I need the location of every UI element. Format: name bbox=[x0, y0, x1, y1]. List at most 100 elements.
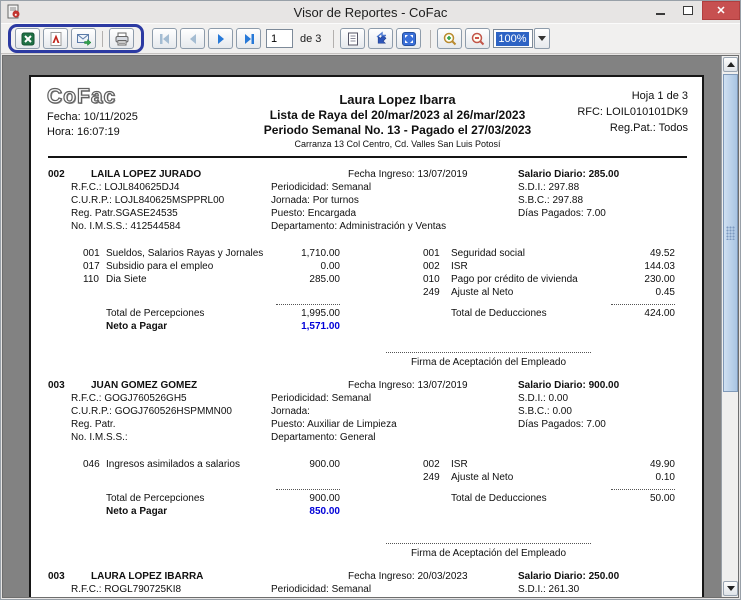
concept-code: 002 bbox=[423, 459, 440, 470]
concept-code: 249 bbox=[423, 472, 440, 483]
sheet-number: Hoja 1 de 3 bbox=[631, 90, 688, 102]
employee-salario-diario: Salario Diario: 285.00 bbox=[518, 169, 620, 180]
minimize-button[interactable] bbox=[646, 1, 674, 20]
last-page-button[interactable] bbox=[236, 28, 261, 49]
employee-dias-pagados: Días Pagados: 7.00 bbox=[518, 419, 606, 430]
export-pdf-button[interactable] bbox=[43, 28, 68, 49]
employee-info-row: No. I.M.S.S.: 412544584 Departamento: Ad… bbox=[31, 220, 702, 233]
zoom-in-button[interactable] bbox=[437, 28, 463, 49]
scrollbar-thumb[interactable] bbox=[723, 74, 738, 392]
dotted-divider bbox=[611, 484, 675, 490]
total-percepciones-value: 900.00 bbox=[309, 493, 340, 504]
concept-name: Pago por crédito de vivienda bbox=[451, 274, 578, 285]
print-button[interactable] bbox=[109, 28, 134, 49]
employee-info-row: C.U.R.P.: LOJL840625MSPPRL00 Jornada: Po… bbox=[31, 194, 702, 207]
percepcion-row: 110 Dia Siete 285.00 bbox=[83, 273, 340, 286]
report-time: Hora: 16:07:19 bbox=[47, 126, 120, 138]
employee-jornada: Jornada: Por turnos bbox=[271, 195, 359, 206]
company-name: Laura Lopez Ibarra bbox=[339, 92, 456, 107]
zoom-in-icon bbox=[443, 32, 457, 45]
window-title: Visor de Reportes - CoFac bbox=[293, 4, 448, 20]
zoom-level-value[interactable]: 100% bbox=[493, 29, 534, 48]
employee-reg-patr: Reg. Patr.SGASE24535 bbox=[71, 208, 178, 219]
employee-info-row: Reg. Patr.SGASE24535 Puesto: Encargada D… bbox=[31, 207, 702, 220]
concept-name: Ajuste al Neto bbox=[451, 472, 514, 483]
total-percepciones-row: Total de Percepciones 1,995.00 bbox=[83, 307, 340, 320]
deduccion-row: 002 ISR 144.03 bbox=[423, 260, 675, 273]
zoom-combo-dropdown-button[interactable] bbox=[534, 28, 551, 49]
deducciones-column: 002 ISR 49.90 249 Ajuste al Neto 0.10 bbox=[423, 458, 675, 484]
report-period: Periodo Semanal No. 13 - Pagado el 27/03… bbox=[263, 123, 532, 137]
concept-name: ISR bbox=[451, 459, 468, 470]
concept-value: 230.00 bbox=[644, 274, 675, 285]
employee-rfc: R.F.C.: GOGJ760526GH5 bbox=[71, 393, 187, 404]
next-page-button[interactable] bbox=[208, 28, 233, 49]
export-excel-icon bbox=[21, 32, 34, 45]
employee-block: 002 LAILA LOPEZ JURADO Fecha Ingreso: 13… bbox=[31, 168, 702, 369]
scrollbar-grip-icon bbox=[726, 226, 735, 240]
employee-sbc: S.B.C.: 297.88 bbox=[518, 195, 584, 206]
employee-curp: C.U.R.P.: GOGJ760526HSPMMN00 bbox=[71, 406, 232, 417]
concept-value: 900.00 bbox=[309, 459, 340, 470]
employee-info-row: C.U.R.P.: LOIL790725MSPPBR00 Jornada: Di… bbox=[31, 596, 702, 597]
report-date: Fecha: 10/11/2025 bbox=[47, 111, 138, 123]
total-deducciones-row: Total de Deducciones 424.00 bbox=[423, 307, 675, 320]
export-group-highlight bbox=[8, 24, 144, 53]
total-percepciones-label: Total de Percepciones bbox=[106, 493, 205, 504]
concept-code: 001 bbox=[83, 248, 100, 259]
employee-info-row: R.F.C.: LOJL840625DJ4 Periodicidad: Sema… bbox=[31, 181, 702, 194]
previous-page-button[interactable] bbox=[180, 28, 205, 49]
continuous-view-icon bbox=[376, 31, 387, 44]
percepcion-row: 017 Subsidio para el empleo 0.00 bbox=[83, 260, 340, 273]
send-email-button[interactable] bbox=[71, 28, 96, 49]
employee-name: LAURA LOPEZ IBARRA bbox=[91, 571, 204, 582]
percepciones-column: 001 Sueldos, Salarios Rayas y Jornales 1… bbox=[83, 247, 340, 299]
concept-code: 249 bbox=[423, 287, 440, 298]
report-header-center: Laura Lopez Ibarra Lista de Raya del 20/… bbox=[259, 85, 536, 149]
close-button[interactable]: ✕ bbox=[702, 1, 740, 20]
scroll-down-button[interactable] bbox=[723, 581, 738, 596]
signature-section: Firma de Aceptación del Empleado bbox=[386, 343, 591, 369]
employee-info-row: C.U.R.P.: GOGJ760526HSPMMN00 Jornada: S.… bbox=[31, 405, 702, 418]
arrow-down-icon bbox=[726, 586, 735, 591]
first-page-button[interactable] bbox=[152, 28, 177, 49]
vertical-scrollbar[interactable] bbox=[721, 56, 738, 597]
concept-name: Seguridad social bbox=[451, 248, 525, 259]
employee-periodicidad: Periodicidad: Semanal bbox=[271, 393, 372, 404]
scroll-up-button[interactable] bbox=[723, 57, 738, 72]
percepcion-row: 001 Sueldos, Salarios Rayas y Jornales 1… bbox=[83, 247, 340, 260]
fit-page-icon bbox=[401, 31, 416, 46]
page-number-input[interactable] bbox=[266, 29, 293, 48]
employee-block: 003 JUAN GOMEZ GOMEZ Fecha Ingreso: 13/0… bbox=[31, 379, 702, 560]
employee-dias-pagados: Días Pagados: 7.00 bbox=[518, 208, 606, 219]
continuous-view-button[interactable] bbox=[368, 28, 394, 49]
single-page-view-button[interactable] bbox=[340, 28, 366, 49]
employee-imss: No. I.M.S.S.: 412544584 bbox=[71, 221, 181, 232]
toolbar-separator bbox=[430, 29, 432, 48]
concept-value: 285.00 bbox=[309, 274, 340, 285]
arrow-up-icon bbox=[726, 62, 735, 67]
total-deducciones-value: 50.00 bbox=[649, 493, 675, 504]
app-window: Visor de Reportes - CoFac ✕ 1 de 3 100% … bbox=[0, 0, 741, 600]
maximize-button[interactable] bbox=[674, 1, 702, 20]
dotted-divider bbox=[276, 484, 340, 490]
employee-name: LAILA LOPEZ JURADO bbox=[91, 169, 202, 180]
toolbar-separator bbox=[333, 29, 335, 48]
total-deducciones-row: Total de Deducciones 50.00 bbox=[423, 492, 675, 505]
dotted-divider bbox=[611, 299, 675, 305]
employee-name: JUAN GOMEZ GOMEZ bbox=[91, 380, 198, 391]
total-percepciones-value: 1,995.00 bbox=[301, 308, 340, 319]
report-viewer: CoFac Fecha: 10/11/2025 Hora: 16:07:19 L… bbox=[2, 55, 739, 598]
employee-puesto: Puesto: Encargada bbox=[271, 208, 357, 219]
reg-patronal: Reg.Pat.: Todos bbox=[609, 122, 688, 134]
signature-line bbox=[386, 343, 591, 353]
print-icon bbox=[115, 32, 128, 45]
fit-page-button[interactable] bbox=[396, 28, 422, 49]
zoom-out-button[interactable] bbox=[465, 28, 491, 49]
report-header-left: CoFac Fecha: 10/11/2025 Hora: 16:07:19 bbox=[46, 84, 259, 149]
employee-salario-diario: Salario Diario: 900.00 bbox=[518, 380, 620, 391]
zoom-level-combo[interactable]: 100% bbox=[493, 28, 551, 49]
employee-sbc: S.B.C.: 0.00 bbox=[518, 406, 572, 417]
employee-puesto: Puesto: Auxiliar de Limpieza bbox=[271, 419, 397, 430]
export-excel-button[interactable] bbox=[15, 28, 40, 49]
